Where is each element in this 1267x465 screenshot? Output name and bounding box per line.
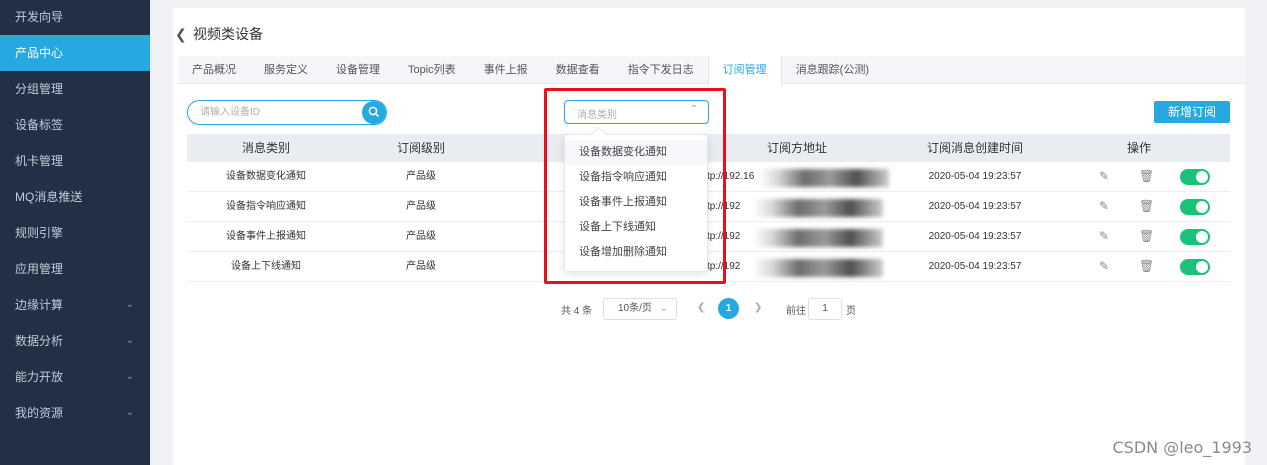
chevron-down-icon: ⌄ (125, 371, 134, 382)
column-header-message-type: 消息类别 (241, 141, 291, 155)
search-input[interactable] (188, 101, 358, 124)
sidebar-item-app-management[interactable]: 应用管理 (0, 251, 150, 287)
edit-icon[interactable]: ✎ (1097, 169, 1111, 183)
sidebar-item-card-management[interactable]: 机卡管理 (0, 143, 150, 179)
column-header-actions: 操作 (1126, 141, 1152, 155)
cell-level: 产品级 (406, 201, 436, 212)
sidebar-item-label: 机卡管理 (15, 154, 64, 168)
chevron-down-icon: ⌄ (125, 299, 134, 310)
pagination: 共 4 条 10条/页 ⌄ ❮ 1 ❯ 前往 1 页 (173, 298, 1245, 320)
chevron-down-icon: ⌄ (125, 335, 134, 346)
search-button[interactable] (362, 101, 386, 124)
redacted-address (753, 259, 883, 277)
cell-message-type: 设备数据变化通知 (226, 171, 306, 182)
column-header-created-time: 订阅消息创建时间 (926, 141, 1024, 155)
column-header-subscription-level: 订阅级别 (396, 141, 446, 155)
tab-message-tracking[interactable]: 消息跟踪(公测) (782, 56, 883, 83)
tab-data-view[interactable]: 数据查看 (542, 56, 614, 83)
tab-subscription-management[interactable]: 订阅管理 (707, 56, 782, 85)
chevron-down-icon: ⌄ (125, 407, 134, 418)
enable-toggle[interactable] (1180, 229, 1210, 245)
trash-icon[interactable]: 🗑 (1139, 169, 1154, 183)
cell-created-time: 2020-05-04 19:23:57 (928, 261, 1022, 272)
sidebar-item-label: 开发向导 (15, 10, 64, 24)
sidebar-item-group-management[interactable]: 分组管理 (0, 71, 150, 107)
tab-bar: 产品概况 服务定义 设备管理 Topic列表 事件上报 数据查看 指令下发日志 … (178, 56, 1245, 85)
tab-product-overview[interactable]: 产品概况 (178, 56, 250, 83)
sidebar-item-label: MQ消息推送 (15, 190, 83, 204)
cell-level: 产品级 (406, 231, 436, 242)
search-box (187, 100, 387, 125)
trash-icon[interactable]: 🗑 (1139, 199, 1154, 213)
edit-icon[interactable]: ✎ (1097, 199, 1111, 213)
tab-service-definition[interactable]: 服务定义 (250, 56, 322, 83)
sidebar-item-edge-computing[interactable]: 边缘计算 ⌄ (0, 287, 150, 323)
prev-page-icon[interactable]: ❮ (697, 302, 705, 313)
goto-page-input[interactable]: 1 (808, 298, 842, 320)
tab-device-management[interactable]: 设备管理 (322, 56, 394, 83)
sidebar-item-label: 数据分析 (15, 334, 64, 348)
sidebar-item-data-analysis[interactable]: 数据分析 ⌄ (0, 323, 150, 359)
sidebar-item-my-resources[interactable]: 我的资源 ⌄ (0, 395, 150, 431)
page-title: 视频类设备 (193, 26, 263, 42)
sidebar-item-product-center[interactable]: 产品中心 (0, 35, 150, 71)
tab-event-report[interactable]: 事件上报 (470, 56, 542, 83)
tab-command-log[interactable]: 指令下发日志 (614, 56, 708, 83)
sidebar-item-capability-open[interactable]: 能力开放 ⌄ (0, 359, 150, 395)
redacted-address (759, 169, 889, 187)
edit-icon[interactable]: ✎ (1097, 229, 1111, 243)
trash-icon[interactable]: 🗑 (1139, 259, 1154, 273)
redacted-address (753, 199, 883, 217)
trash-icon[interactable]: 🗑 (1139, 229, 1154, 243)
sidebar-item-label: 我的资源 (15, 406, 64, 420)
page-size-select[interactable]: 10条/页 ⌄ (603, 298, 677, 320)
sidebar-item-label: 产品中心 (15, 46, 64, 60)
goto-label: 前往 (786, 306, 806, 317)
sidebar-item-label: 边缘计算 (15, 298, 64, 312)
sidebar-item-label: 设备标签 (15, 118, 64, 132)
cell-message-type: 设备上下线通知 (231, 261, 301, 272)
next-page-icon[interactable]: ❯ (754, 302, 762, 313)
enable-toggle[interactable] (1180, 259, 1210, 275)
column-header-subscriber-address: 订阅方地址 (766, 141, 828, 155)
enable-toggle[interactable] (1180, 199, 1210, 215)
current-page-button[interactable]: 1 (718, 298, 739, 319)
red-highlight-annotation (544, 88, 726, 284)
page-header: ❮ 视频类设备 (173, 22, 263, 46)
sidebar-item-rule-engine[interactable]: 规则引擎 (0, 215, 150, 251)
chevron-down-icon: ⌄ (659, 303, 668, 314)
sidebar-item-label: 应用管理 (15, 262, 64, 276)
sidebar-item-device-tags[interactable]: 设备标签 (0, 107, 150, 143)
chevron-left-icon[interactable]: ❮ (173, 26, 193, 43)
redacted-address (753, 229, 883, 247)
cell-level: 产品级 (406, 171, 436, 182)
watermark: CSDN @leo_1993 (1112, 438, 1253, 457)
add-subscription-button[interactable]: 新增订阅 (1154, 101, 1230, 123)
edit-icon[interactable]: ✎ (1097, 259, 1111, 273)
page-size-value: 10条/页 (618, 303, 652, 314)
sidebar-item-dev-guide[interactable]: 开发向导 (0, 0, 150, 35)
sidebar-item-mq-push[interactable]: MQ消息推送 (0, 179, 150, 215)
cell-message-type: 设备指令响应通知 (226, 201, 306, 212)
sidebar-item-label: 能力开放 (15, 370, 64, 384)
cell-created-time: 2020-05-04 19:23:57 (928, 171, 1022, 182)
enable-toggle[interactable] (1180, 169, 1210, 185)
sidebar-item-label: 分组管理 (15, 82, 64, 96)
goto-unit-label: 页 (846, 306, 856, 317)
search-icon (368, 106, 380, 118)
pagination-total: 共 4 条 (561, 306, 593, 317)
tab-topic-list[interactable]: Topic列表 (394, 56, 470, 83)
cell-created-time: 2020-05-04 19:23:57 (928, 231, 1022, 242)
cell-message-type: 设备事件上报通知 (226, 231, 306, 242)
cell-level: 产品级 (406, 261, 436, 272)
sidebar-item-label: 规则引擎 (15, 226, 64, 240)
sidebar: 开发向导 产品中心 分组管理 设备标签 机卡管理 MQ消息推送 规则引擎 应用管… (0, 0, 150, 465)
cell-created-time: 2020-05-04 19:23:57 (928, 201, 1022, 212)
